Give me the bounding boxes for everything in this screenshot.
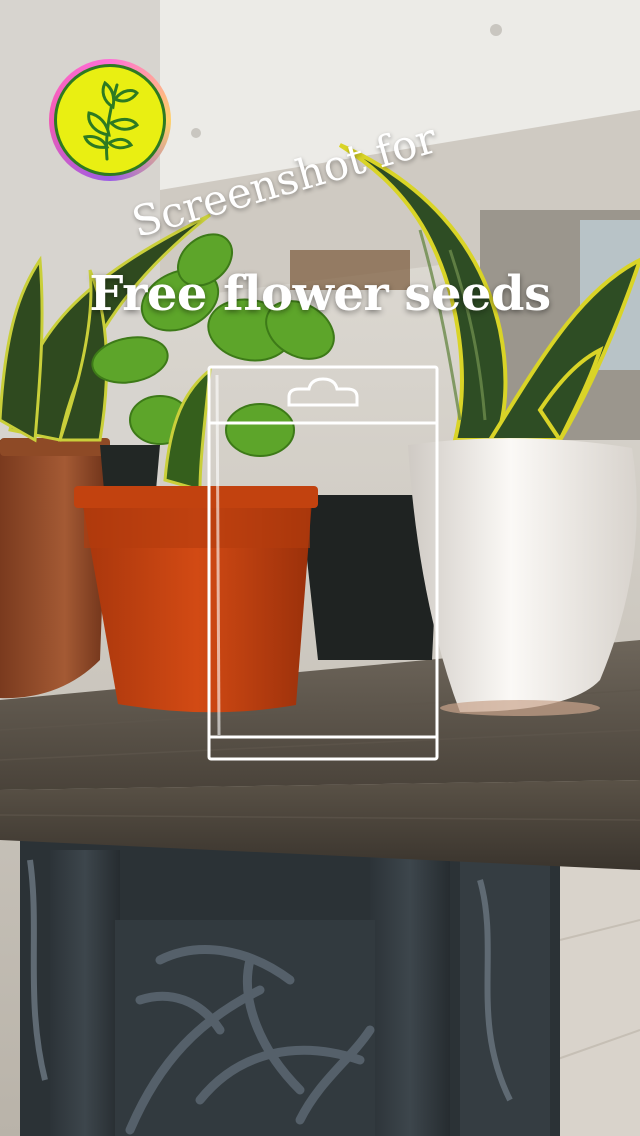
brand-logo[interactable]: [49, 59, 171, 181]
story-screen: Screenshot for Free flower seeds: [0, 0, 640, 1136]
sprout-leaf-icon: [54, 64, 166, 176]
headline-free-flower-seeds: Free flower seeds: [89, 266, 551, 322]
seed-packet-outline-icon: [207, 365, 439, 761]
